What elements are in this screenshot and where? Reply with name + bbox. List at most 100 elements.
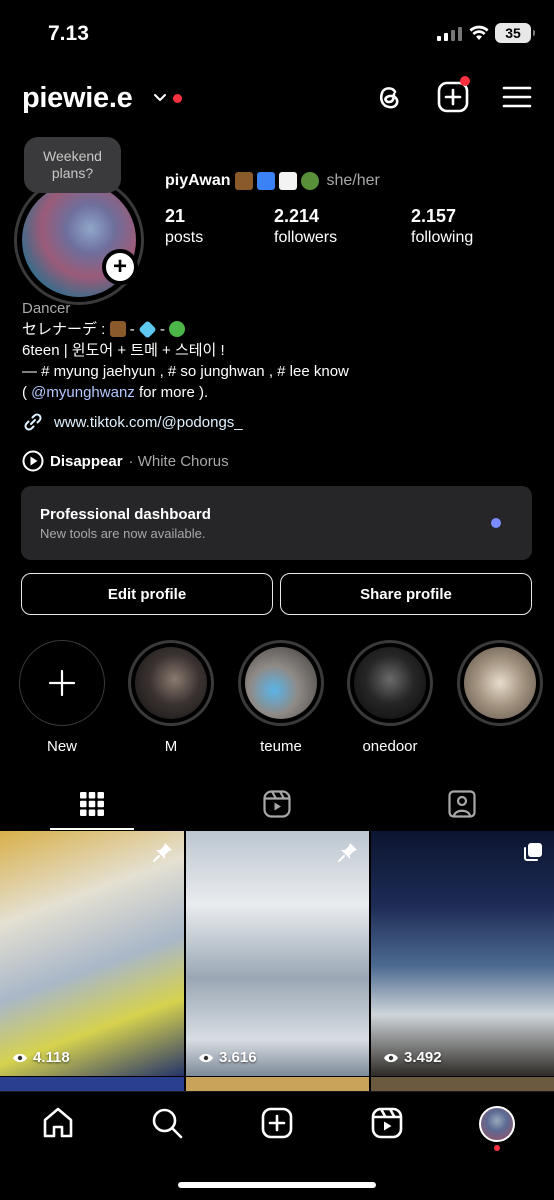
highlight-cover: [354, 647, 426, 719]
highlight-cover: [135, 647, 207, 719]
dashboard-title: Professional dashboard: [40, 506, 211, 523]
post-thumbnail[interactable]: 3.492: [371, 831, 554, 1076]
post-thumbnail[interactable]: [371, 1077, 554, 1091]
notification-dot: [494, 1145, 500, 1151]
highlight-onedoor[interactable]: onedoor: [347, 640, 433, 755]
menu-icon[interactable]: [500, 80, 534, 114]
status-bar: 7.13 35: [0, 0, 554, 64]
edit-profile-button[interactable]: Edit profile: [21, 573, 273, 615]
tab-tagged[interactable]: [370, 778, 554, 830]
grid-icon: [80, 792, 104, 816]
wifi-icon: [469, 25, 489, 40]
home-icon[interactable]: [41, 1106, 75, 1140]
stat-value: 2.214: [274, 206, 320, 226]
tab-posts-grid[interactable]: [0, 778, 184, 830]
add-story-button[interactable]: +: [102, 249, 138, 285]
post-thumbnail[interactable]: [186, 1077, 369, 1091]
display-name: piyAwan: [165, 172, 231, 189]
highlight-ring: [238, 640, 324, 726]
stat-label: following: [411, 229, 474, 246]
stat-followers[interactable]: 2.214 followers: [274, 206, 337, 247]
plant-emoji-icon: [300, 172, 319, 190]
eye-icon: [13, 1053, 27, 1062]
song-artist: · White Chorus: [128, 452, 229, 470]
highlight-ring: [128, 640, 214, 726]
highlight-new[interactable]: New: [19, 640, 105, 755]
tab-reels[interactable]: [185, 778, 369, 830]
highlight-ring: [347, 640, 433, 726]
profile-link[interactable]: www.tiktok.com/@podongs_: [22, 411, 243, 433]
eye-icon: [199, 1053, 213, 1062]
highlight-cover: [464, 647, 536, 719]
share-profile-button[interactable]: Share profile: [280, 573, 532, 615]
highlight-teume[interactable]: teume: [238, 640, 324, 755]
highlight-label: M: [164, 738, 178, 755]
door-emoji-icon: [234, 172, 253, 190]
reels-icon[interactable]: [370, 1106, 404, 1140]
profile-bio: Dancer セレナーデ : - - 6teen | 윈도어 + 트메 + 스테…: [22, 298, 532, 403]
play-circle-icon: [22, 450, 44, 472]
highlight-group[interactable]: [457, 640, 543, 738]
view-count: 3.616: [198, 1049, 257, 1066]
stat-posts[interactable]: 21 posts: [165, 206, 203, 247]
eye-icon: [384, 1053, 398, 1062]
bio-line: 6teen | 윈도어 + 트메 + 스테이 !: [22, 342, 225, 359]
stat-value: 2.157: [411, 206, 457, 226]
highlight-m[interactable]: M: [128, 640, 214, 755]
clover-emoji-icon: [169, 321, 186, 337]
chevron-down-icon[interactable]: [152, 90, 168, 106]
notification-dot: [460, 76, 470, 86]
door-emoji-icon: [109, 321, 126, 337]
highlight-label: onedoor: [362, 738, 418, 755]
stat-label: posts: [165, 229, 204, 246]
view-count: 4.118: [12, 1049, 70, 1066]
highlight-ring: [457, 640, 543, 726]
pin-icon: [338, 843, 357, 862]
bio-line: セレナーデ : - -: [22, 319, 532, 340]
note-bubble[interactable]: Weekend plans?: [24, 137, 121, 193]
threads-icon[interactable]: [372, 80, 406, 114]
pin-icon: [153, 843, 172, 862]
battery-indicator: 35: [495, 23, 535, 43]
stat-following[interactable]: 2.157 following: [411, 206, 473, 247]
dashboard-indicator-dot: [491, 518, 501, 528]
view-count: 3.492: [383, 1049, 442, 1066]
post-thumbnail[interactable]: [0, 1077, 184, 1091]
tagged-person-icon: [448, 790, 476, 818]
professional-dashboard-card[interactable]: Professional dashboard New tools are now…: [21, 486, 532, 560]
account-username[interactable]: piewie.e: [22, 82, 133, 115]
profile-avatar[interactable]: [14, 175, 144, 305]
dashboard-subtitle: New tools are now available.: [40, 526, 206, 541]
profile-avatar-tab[interactable]: [479, 1106, 515, 1142]
highlight-cover: [245, 647, 317, 719]
search-icon[interactable]: [150, 1106, 184, 1140]
notification-dot: [173, 94, 182, 103]
stat-value: 21: [165, 206, 186, 226]
bio-line: — # myung jaehyun , # so junghwan , # le…: [22, 363, 349, 380]
stat-label: followers: [274, 229, 338, 246]
love-letter-emoji-icon: [278, 172, 297, 190]
profile-header: piewie.e: [0, 76, 554, 122]
gem-emoji-icon: [138, 320, 157, 339]
profile-category: Dancer: [22, 300, 71, 317]
highlight-label: teume: [260, 738, 302, 755]
link-icon: [24, 413, 42, 431]
home-indicator[interactable]: [178, 1182, 376, 1188]
reels-icon: [263, 790, 291, 818]
bio-line: ( @myunghwanz for more ).: [22, 384, 209, 401]
highlight-label: New: [46, 738, 77, 755]
create-icon[interactable]: [260, 1106, 294, 1140]
display-name-row: piyAwan she/her: [165, 172, 380, 190]
link-text: www.tiktok.com/@podongs_: [54, 413, 243, 431]
plus-icon: [48, 669, 76, 697]
create-post-button[interactable]: [436, 76, 470, 114]
pronouns: she/her: [326, 172, 380, 189]
status-time: 7.13: [48, 22, 89, 45]
post-thumbnail[interactable]: 3.616: [186, 831, 369, 1076]
song-title: Disappear: [50, 452, 123, 470]
profile-music[interactable]: Disappear · White Chorus: [22, 450, 229, 472]
post-thumbnail[interactable]: 4.118: [0, 831, 184, 1076]
arrow-emoji-icon: [256, 172, 275, 190]
bio-mention-link[interactable]: @myunghwanz: [31, 384, 135, 401]
cellular-signal-icon: [437, 27, 462, 41]
